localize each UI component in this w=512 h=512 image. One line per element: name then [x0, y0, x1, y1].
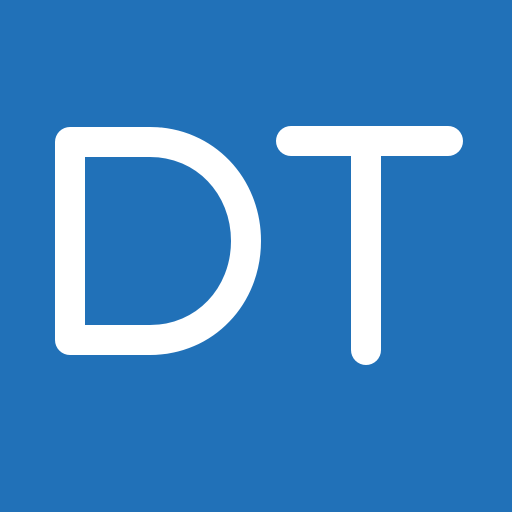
dt-logo-icon [0, 0, 512, 512]
app-icon: DT [0, 0, 512, 512]
